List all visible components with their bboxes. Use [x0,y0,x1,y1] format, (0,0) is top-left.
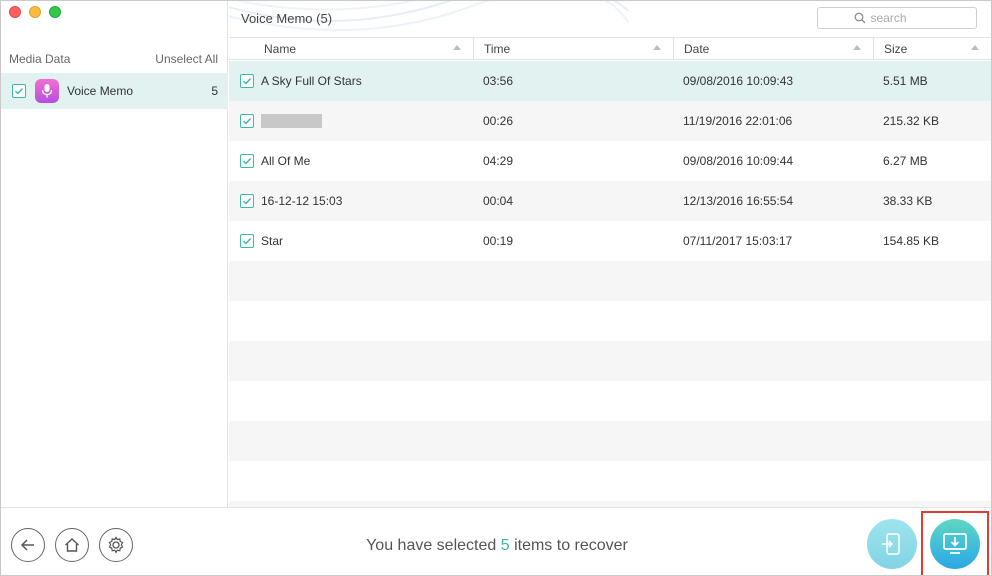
sidebar-item-count: 5 [211,84,218,98]
search-box[interactable] [817,7,977,29]
table-body: A Sky Full Of Stars 03:56 09/08/2016 10:… [229,61,991,507]
search-input[interactable] [870,11,941,25]
window-controls [9,6,61,18]
row-checkbox[interactable] [240,194,254,208]
app-window: Media Data Unselect All Voice Memo 5 Voi… [0,0,992,576]
row-size: 215.32 KB [883,114,940,128]
column-size-label: Size [884,42,908,56]
table-header: Name Time Date Size [229,37,991,60]
empty-row [229,341,991,381]
row-size: 6.27 MB [883,154,928,168]
column-date-label: Date [684,42,710,56]
sidebar-item-voice-memo[interactable]: Voice Memo 5 [1,73,228,109]
row-time: 00:04 [483,194,514,208]
sort-arrow-icon [853,45,861,50]
row-time: 04:29 [483,154,514,168]
row-checkbox[interactable] [240,114,254,128]
empty-row [229,301,991,341]
row-time: 00:19 [483,234,514,248]
row-name: A Sky Full Of Stars [261,74,362,88]
row-checkbox[interactable] [240,74,254,88]
status-suffix: items to recover [509,537,628,554]
empty-row [229,381,991,421]
empty-row [229,421,991,461]
row-time: 00:26 [483,114,514,128]
page-title: Voice Memo (5) [241,11,333,26]
sort-arrow-icon [653,45,661,50]
footer-bar: You have selected 5 items to recover [1,507,991,575]
row-date: 11/19/2016 22:01:06 [683,114,793,128]
row-checkbox[interactable] [240,154,254,168]
row-name: 16-12-12 15:03 [261,194,343,208]
column-header-name[interactable]: Name [229,38,474,59]
row-size: 38.33 KB [883,194,933,208]
table-row[interactable]: All Of Me 04:29 09/08/2016 10:09:44 6.27… [229,141,991,181]
empty-row [229,261,991,301]
redacted-name [261,114,322,128]
table-row[interactable]: 00:26 11/19/2016 22:01:06 215.32 KB [229,101,991,141]
download-to-computer-icon [943,533,967,554]
row-date: 12/13/2016 16:55:54 [683,194,794,208]
media-data-label: Media Data [9,52,71,66]
status-prefix: You have selected [366,537,501,554]
sidebar-item-label: Voice Memo [67,84,134,98]
row-date: 07/11/2017 15:03:17 [683,234,793,248]
voice-memo-checkbox[interactable] [12,84,26,98]
table-row[interactable]: 16-12-12 15:03 00:04 12/13/2016 16:55:54… [229,181,991,221]
close-window-button[interactable] [9,6,21,18]
empty-row [229,461,991,501]
sort-arrow-icon [453,45,461,50]
recover-to-computer-button[interactable] [930,519,980,569]
search-icon [854,12,865,24]
row-time: 03:56 [483,74,514,88]
table-row[interactable]: Star 00:19 07/11/2017 15:03:17 154.85 KB [229,221,991,261]
sort-arrow-icon [971,45,979,50]
status-count: 5 [500,537,510,554]
selection-status: You have selected 5 items to recover [1,537,991,555]
main-panel: Voice Memo (5) Name Time Date [229,1,991,507]
maximize-window-button[interactable] [49,6,61,18]
sidebar-header: Media Data Unselect All [9,52,218,66]
row-date: 09/08/2016 10:09:43 [683,74,794,88]
recover-to-device-button[interactable] [867,519,917,569]
column-name-label: Name [264,42,297,56]
column-header-date[interactable]: Date [674,38,874,59]
main-header: Voice Memo (5) [229,1,991,37]
sidebar: Media Data Unselect All Voice Memo 5 [1,1,228,507]
row-name: All Of Me [261,154,311,168]
column-time-label: Time [484,42,511,56]
row-checkbox[interactable] [240,234,254,248]
phone-transfer-icon [882,533,900,555]
unselect-all-link[interactable]: Unselect All [155,52,218,66]
row-name: Star [261,234,284,248]
row-size: 5.51 MB [883,74,928,88]
column-header-size[interactable]: Size [874,38,991,59]
row-date: 09/08/2016 10:09:44 [683,154,794,168]
table-row[interactable]: A Sky Full Of Stars 03:56 09/08/2016 10:… [229,61,991,101]
microphone-icon [35,79,59,103]
column-header-time[interactable]: Time [474,38,674,59]
minimize-window-button[interactable] [29,6,41,18]
row-size: 154.85 KB [883,234,940,248]
